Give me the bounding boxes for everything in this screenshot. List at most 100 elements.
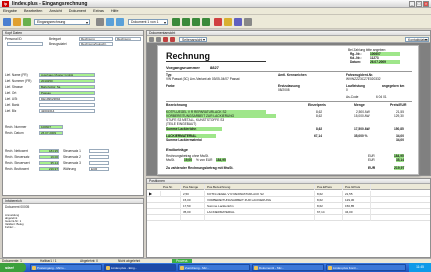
menu-extras[interactable]: Extras: [90, 8, 107, 14]
menu-bar: Eingabe Bearbeiten Ansicht Dokument Extr…: [0, 8, 431, 15]
cell-pos-bezeichnung[interactable]: [205, 215, 315, 221]
task-label: Lindev.plus - Eing...: [111, 266, 138, 270]
task-label: Posteingang - Micro...: [37, 266, 67, 270]
menu-bearbeiten[interactable]: Bearbeiten: [21, 8, 45, 14]
info-title: Infobereich: [3, 199, 143, 204]
lief-ust-field[interactable]: DE199623894: [39, 97, 95, 101]
invoice-page: Rechnung Bei Zahlung bitte angeben: Rg.-…: [157, 45, 419, 175]
steuersatz2-field[interactable]: [89, 155, 109, 159]
mwst-value: 35,14: [396, 158, 404, 162]
lief-blz-field[interactable]: 42001614: [39, 109, 95, 113]
rech-datum-field[interactable]: 26.07.2009: [39, 131, 63, 135]
rechnung-select[interactable]: Rechnung: [115, 37, 141, 41]
steuerwert-field[interactable]: 35,14: [39, 161, 59, 165]
table-row[interactable]: [147, 215, 430, 221]
rech-nummer-field[interactable]: 100607: [39, 125, 63, 129]
lief-ort-field[interactable]: Passau: [39, 91, 95, 95]
as-value: 6 04 01: [376, 95, 387, 99]
amount-label: Rech. Steuerwert: [5, 161, 30, 165]
page-view-select[interactable]: Seitenansicht: [179, 37, 207, 42]
lief-strasse-field[interactable]: Bahnhofstr. 5a: [39, 85, 95, 89]
toolbar: Eingangsrechnung Dokument 1 von 1: [0, 15, 431, 29]
arrow-right-icon[interactable]: [116, 18, 124, 26]
col-pos-menge[interactable]: Pos.Menge: [181, 184, 205, 190]
col-pos-nr[interactable]: Pos.Nr.: [161, 184, 181, 190]
last-page-icon[interactable]: [202, 18, 210, 26]
minimize-button[interactable]: _: [409, 1, 415, 7]
close-button[interactable]: ×: [423, 1, 429, 7]
bezug-label: Bezugsdatei: [49, 42, 67, 46]
mwst-label: MwSt.: [166, 158, 175, 162]
print-icon[interactable]: [234, 18, 242, 26]
prev-page-icon[interactable]: [182, 18, 190, 26]
menu-hilfe[interactable]: Hilfe: [108, 8, 122, 14]
next-page-icon[interactable]: [192, 18, 200, 26]
lief-name-field[interactable]: Autohaus Muster GmbH: [39, 73, 95, 77]
belegart-select[interactable]: Rechnung: [79, 37, 113, 41]
col-pos-bezeichnung[interactable]: Pos.Bezeichnung: [205, 184, 315, 190]
field-label: Lief. Blz: [5, 109, 17, 113]
task-lindev-eingang[interactable]: Lindev.plus - Eing...: [104, 264, 176, 271]
km-label: Laufleistung: [346, 84, 365, 88]
zoom-in-icon[interactable]: [149, 37, 154, 42]
arrow-left-icon[interactable]: [106, 18, 114, 26]
task-zuordnung[interactable]: Zuordnung - Mic...: [178, 264, 250, 271]
clock: 11:45: [409, 263, 431, 272]
cell-pos-menge[interactable]: [181, 215, 205, 221]
menu-dokument[interactable]: Dokument: [66, 8, 89, 14]
help-icon[interactable]: [244, 18, 252, 26]
rech-datum-label: Rech. Datum: [5, 131, 24, 135]
app-icon: [254, 266, 258, 270]
steuersatz1-field[interactable]: [89, 149, 109, 153]
menu-ansicht[interactable]: Ansicht: [46, 8, 64, 14]
task-posteingang[interactable]: Posteingang - Micro...: [30, 264, 102, 271]
document-select[interactable]: Dokument 1 von 1: [128, 19, 168, 25]
brutto-field[interactable]: 219,97: [39, 167, 59, 171]
lief-bank-field[interactable]: [39, 103, 95, 107]
endbetrag-heading: Endbeträge: [166, 147, 189, 152]
field-label: Lief. Nummer (FR): [5, 79, 32, 83]
task-dokument1[interactable]: Dokument1 - Mic...: [252, 264, 324, 271]
settings-icon[interactable]: [96, 18, 104, 26]
open-icon[interactable]: [3, 18, 11, 26]
field-label: Lief. Ort: [5, 91, 17, 95]
field-label: Lief. Name (FR): [5, 73, 28, 77]
rule: [166, 71, 412, 72]
task-lindev-kontrolle[interactable]: Lindev.plus Kontr...: [326, 264, 406, 271]
stop-icon[interactable]: [163, 37, 168, 42]
contact-select[interactable]: Kontaktdaten: [405, 37, 429, 42]
rotate-icon[interactable]: [170, 37, 175, 42]
col-bezeichnung: Bezeichnung: [166, 103, 188, 107]
mwst-text: % von EUR: [196, 158, 213, 162]
mwst-pct: 19,00: [184, 158, 192, 162]
cell-pos-gpreis[interactable]: [343, 215, 371, 221]
first-page-icon[interactable]: [172, 18, 180, 26]
lief-nummer-field[interactable]: 2010250: [39, 79, 95, 83]
zoom-out-icon[interactable]: [156, 37, 161, 42]
folder-icon[interactable]: [13, 18, 21, 26]
waehrung-select[interactable]: EUR: [89, 167, 109, 171]
menu-eingabe[interactable]: Eingabe: [0, 8, 20, 14]
netto-field[interactable]: 184,95: [39, 149, 59, 153]
info-line: Fehler: -: [5, 225, 16, 229]
personal-field[interactable]: [7, 42, 43, 46]
col-menge: Menge: [354, 103, 365, 107]
start-button[interactable]: start: [0, 263, 26, 272]
ez-value: 08/2008: [278, 88, 290, 92]
km-unit: angegeben km: [382, 84, 405, 88]
task-label: Zuordnung - Mic...: [185, 266, 210, 270]
maximize-button[interactable]: □: [416, 1, 422, 7]
col-pos-epreis[interactable]: Pos.EPreis: [315, 184, 343, 190]
col-pos-gpreis[interactable]: Pos.GPreis: [343, 184, 371, 190]
steuersatz-field[interactable]: 19,00: [39, 155, 59, 159]
cell-pos-epreis[interactable]: [315, 215, 343, 221]
save-icon[interactable]: [23, 18, 31, 26]
mail-icon[interactable]: [224, 18, 232, 26]
steuer-label: Steuersatz 3: [63, 161, 81, 165]
steuersatz3-field[interactable]: [89, 161, 109, 165]
view-select[interactable]: Eingangsrechnung: [34, 19, 90, 25]
bezug-select[interactable]: Rechnung/Gutschr.: [79, 42, 113, 46]
cell-pos-nr[interactable]: [161, 215, 181, 221]
app-icon: [106, 266, 110, 270]
delete-icon[interactable]: [214, 18, 222, 26]
